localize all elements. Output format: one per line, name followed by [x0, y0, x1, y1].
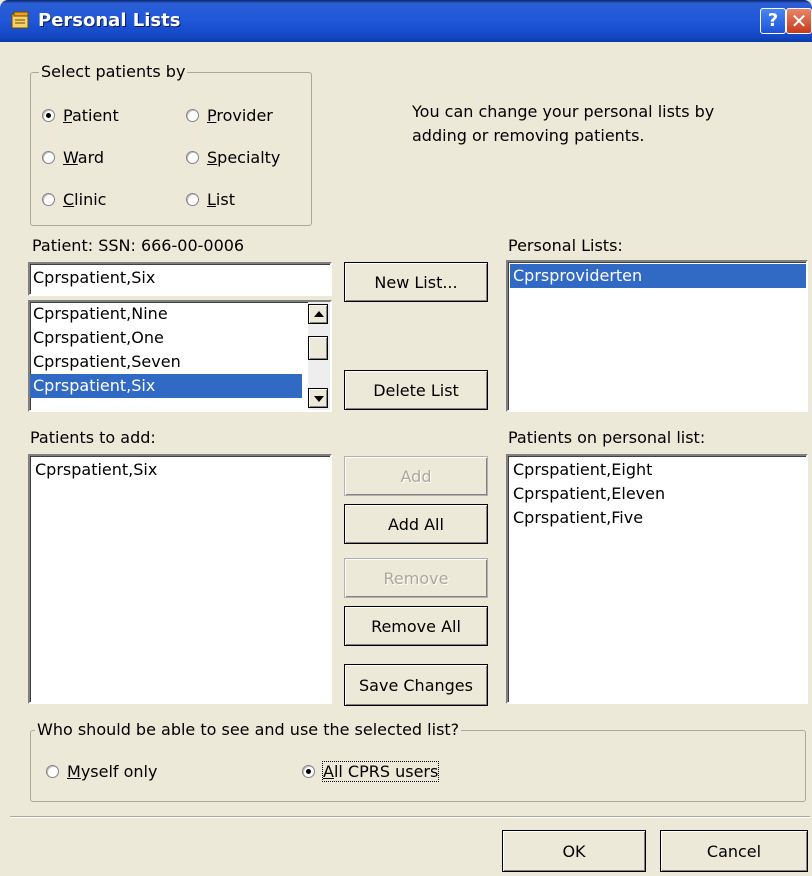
- separator: [10, 816, 810, 818]
- patient-list[interactable]: Cprspatient,Nine Cprspatient,One Cprspat…: [28, 300, 332, 412]
- radio-dot-icon: [42, 108, 55, 122]
- patient-search-input[interactable]: Cprspatient,Six: [28, 262, 332, 296]
- window-title: Personal Lists: [38, 10, 181, 31]
- notebook-icon: [11, 11, 29, 29]
- radio-patient[interactable]: Patient: [42, 104, 119, 126]
- patients-on-list-label: Patients on personal list:: [508, 428, 706, 447]
- patient-search-value: Cprspatient,Six: [33, 268, 156, 287]
- title-bar[interactable]: Personal Lists ? ✕: [0, 0, 812, 42]
- help-button[interactable]: ?: [760, 8, 786, 34]
- arrow-down-icon: [314, 396, 324, 402]
- save-changes-button[interactable]: Save Changes: [344, 664, 488, 706]
- select-patients-by-title: Select patients by: [39, 62, 188, 81]
- personal-list-item-selected[interactable]: Cprsproviderten: [510, 264, 806, 288]
- radio-ward[interactable]: Ward: [42, 146, 104, 168]
- patients-on-list-item[interactable]: Cprspatient,Five: [510, 506, 804, 530]
- arrow-up-icon: [314, 311, 324, 317]
- radio-dot-icon: [186, 192, 199, 206]
- info-text-line1: You can change your personal lists by: [412, 102, 715, 121]
- visibility-title: Who should be able to see and use the se…: [35, 720, 462, 739]
- close-button[interactable]: ✕: [786, 8, 812, 34]
- patient-list-item[interactable]: Cprspatient,One: [30, 326, 302, 350]
- scroll-thumb[interactable]: [308, 336, 328, 360]
- patient-list-item-selected[interactable]: Cprspatient,Six: [30, 374, 302, 398]
- radio-dot-icon: [302, 764, 315, 778]
- patients-to-add-label: Patients to add:: [30, 428, 156, 447]
- radio-provider[interactable]: Provider: [186, 104, 273, 126]
- radio-specialty[interactable]: Specialty: [186, 146, 280, 168]
- patient-ssn-label: Patient: SSN: 666-00-0006: [32, 236, 245, 255]
- radio-dot-icon: [186, 150, 199, 164]
- info-text-line2: adding or removing patients.: [412, 126, 645, 145]
- radio-list[interactable]: List: [186, 188, 235, 210]
- patient-list-item[interactable]: Cprspatient,Seven: [30, 350, 302, 374]
- personal-lists-listbox[interactable]: Cprsproviderten: [506, 260, 808, 412]
- patients-to-add-item[interactable]: Cprspatient,Six: [32, 458, 328, 482]
- patients-on-list-item[interactable]: Cprspatient,Eight: [510, 458, 804, 482]
- personal-lists-label: Personal Lists:: [508, 236, 623, 255]
- cancel-button[interactable]: Cancel: [660, 830, 808, 872]
- radio-dot-icon: [42, 150, 55, 164]
- patients-on-list-item[interactable]: Cprspatient,Eleven: [510, 482, 804, 506]
- add-button[interactable]: Add: [344, 456, 488, 496]
- radio-myself-only[interactable]: Myself only: [46, 760, 157, 782]
- patients-on-list-listbox[interactable]: Cprspatient,Eight Cprspatient,Eleven Cpr…: [506, 454, 808, 704]
- patient-list-item[interactable]: Cprspatient,Nine: [30, 302, 302, 326]
- radio-dot-icon: [46, 764, 59, 778]
- radio-dot-icon: [42, 192, 55, 206]
- remove-all-button[interactable]: Remove All: [344, 606, 488, 646]
- radio-clinic[interactable]: Clinic: [42, 188, 106, 210]
- add-all-button[interactable]: Add All: [344, 504, 488, 544]
- ok-button[interactable]: OK: [502, 830, 646, 872]
- scroll-down-button[interactable]: [308, 388, 328, 408]
- scroll-up-button[interactable]: [308, 304, 328, 324]
- patients-to-add-listbox[interactable]: Cprspatient,Six: [28, 454, 332, 704]
- personal-lists-dialog: Personal Lists ? ✕ Select patients by Pa…: [0, 0, 812, 876]
- patient-list-scrollbar[interactable]: [308, 302, 330, 410]
- new-list-button[interactable]: New List...: [344, 262, 488, 302]
- remove-button[interactable]: Remove: [344, 558, 488, 598]
- radio-all-cprs-users[interactable]: All CPRS users: [302, 760, 440, 782]
- radio-dot-icon: [186, 108, 199, 122]
- delete-list-button[interactable]: Delete List: [344, 370, 488, 410]
